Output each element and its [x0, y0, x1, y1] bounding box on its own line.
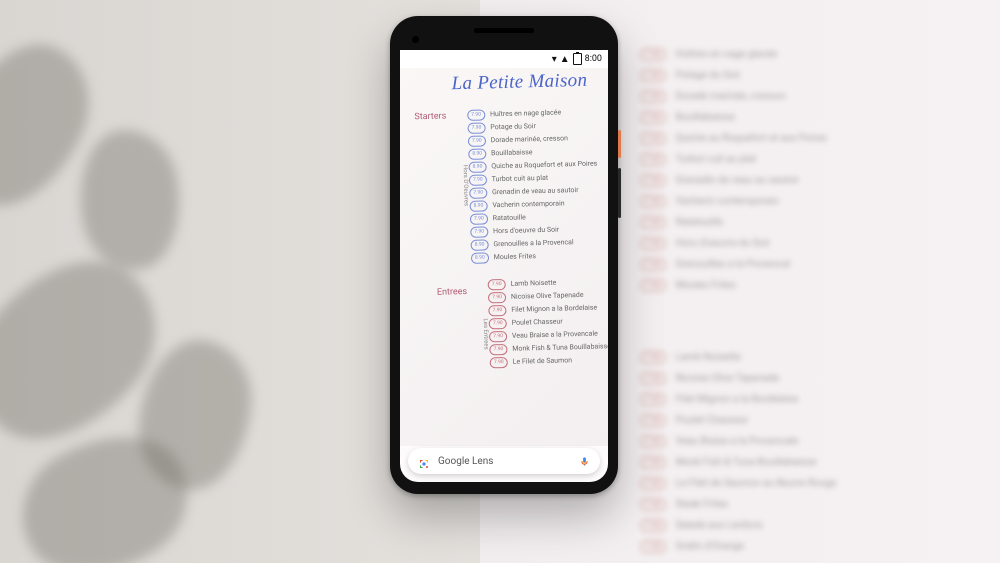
price-badge: 7.90 [489, 331, 507, 342]
bg-menu-row: 7.90Potage du Soir [640, 65, 970, 86]
item-name: Vacherin contemporain [492, 197, 565, 212]
bg-menu-row: 7.90Le Filet de Saumon au Beurre Rouge [640, 473, 970, 494]
price-badge: 8.90 [470, 200, 488, 211]
price-badge: 7.90 [469, 187, 487, 198]
bg-menu-row: 7.90Moules Frites [640, 275, 970, 296]
price-badge: 7.90 [488, 305, 506, 316]
bg-menu-row: 7.90Poulet Chasseur [640, 410, 970, 431]
bg-menu-row: 7.90Grenadin de veau au sautoir [640, 170, 970, 191]
item-name: Bouillabaisse [491, 146, 533, 160]
price-badge: 8.90 [471, 252, 489, 263]
signal-icon: ▾ [552, 54, 557, 65]
section-label: Starters [402, 109, 450, 266]
item-name: Grenadin de veau au sautoir [492, 184, 579, 199]
price-badge: 8.90 [471, 239, 489, 250]
bg-menu-row: 7.90Steak Frites [640, 494, 970, 515]
promo-stage: 7.90Huîtres en nage glacée7.90Potage du … [0, 0, 1000, 563]
bg-menu-row: 7.90Turbot cuit au plat [640, 149, 970, 170]
bg-menu-row: 7.90Nicoise Olive Tapenade [640, 368, 970, 389]
bg-menu-row: 7.90Vacherin contemporain [640, 191, 970, 212]
item-name: Lamb Noisette [510, 277, 556, 291]
item-name: Huîtres en nage glacée [490, 106, 561, 121]
bg-menu-row: 7.90Salade aux Lardons [640, 515, 970, 536]
price-badge: 7.90 [488, 279, 506, 290]
battery-icon [573, 53, 582, 65]
price-badge: 7.90 [467, 122, 485, 133]
menu-item: 8.90 Moules Frites [471, 248, 607, 265]
speaker-slot [474, 28, 534, 33]
bg-menu-row: 7.90Gratin d'Orange [640, 536, 970, 557]
price-badge: 7.90 [488, 292, 506, 303]
bg-menu-row: 7.90Ratatouille [640, 212, 970, 233]
price-badge: 7.90 [469, 174, 487, 185]
bg-section-label: Entrees [570, 320, 970, 341]
camera-viewfinder[interactable]: La Petite Maison StartersHors D'Oeuvres7… [400, 68, 608, 446]
status-bar: ▾ ▲ 8:00 [400, 50, 608, 68]
price-badge: 7.90 [490, 357, 508, 368]
menu-section: StartersHors D'Oeuvres7.90Huîtres en nag… [402, 105, 608, 266]
power-button [618, 130, 621, 158]
wifi-icon: ▲ [560, 54, 570, 65]
bg-menu-row: 7.90Veau Braise a la Provencale [640, 431, 970, 452]
background-menu-blur: 7.90Huîtres en nage glacée7.90Potage du … [640, 44, 970, 557]
item-name: Dorade marinée, cresson [491, 132, 569, 147]
price-badge: 7.90 [470, 213, 488, 224]
item-name: Ratatouille [493, 211, 526, 225]
restaurant-title: La Petite Maison [429, 69, 608, 96]
item-name: Grenouilles a la Provencal [493, 236, 574, 251]
lens-search-bar[interactable]: Google Lens [408, 448, 600, 474]
clock: 8:00 [585, 54, 602, 64]
price-badge: 8.90 [468, 148, 486, 159]
price-badge: 7.90 [489, 344, 507, 355]
item-name: Potage du Soir [490, 120, 536, 134]
front-camera [412, 36, 419, 43]
bg-menu-row: 7.90Bouillabaisse [640, 107, 970, 128]
price-badge: 7.90 [470, 226, 488, 237]
volume-button [618, 168, 621, 218]
bg-menu-row: 7.90Lamb Noisette [640, 347, 970, 368]
phone-screen: ▾ ▲ 8:00 La Petite Maison StartersHors D… [400, 50, 608, 482]
leaf-decor [69, 122, 192, 277]
item-name: Monk Fish & Tuna Bouillabaisse [512, 340, 608, 356]
item-name: Filet Mignon a la Bordelaise [511, 302, 597, 317]
section-label: Entrees [437, 279, 470, 371]
price-badge: 8.90 [468, 161, 486, 172]
bg-menu-row: 7.90Monk Fish & Tuna Bouillabaisse [640, 452, 970, 473]
bg-menu-row: 7.90Dorade marinée, cresson [640, 86, 970, 107]
bg-menu-row: 7.90Grenouilles a la Provencal [640, 254, 970, 275]
phone-frame: ▾ ▲ 8:00 La Petite Maison StartersHors D… [390, 16, 618, 494]
item-name: Moules Frites [494, 250, 537, 264]
google-lens-icon [418, 455, 430, 467]
menu-item: 7.90 Le Filet de Saumon [490, 353, 608, 369]
search-bar-label: Google Lens [438, 456, 571, 467]
price-badge: 7.90 [468, 135, 486, 146]
price-badge: 7.90 [489, 318, 507, 329]
item-name: Poulet Chasseur [512, 315, 563, 329]
bg-menu-row: 7.90Filet Mignon a la Bordelaise [640, 389, 970, 410]
price-badge: 7.90 [467, 109, 485, 120]
bg-menu-row: 7.90Hors d'oeuvre du Soir [640, 233, 970, 254]
item-name: Le Filet de Saumon [513, 354, 573, 369]
menu-section: EntreesLes Entrees7.90Lamb Noisette7.90N… [437, 275, 608, 371]
bg-menu-row: 7.90Huîtres en nage glacée [640, 44, 970, 65]
bg-menu-row: 7.90Quiche au Roquefort et aux Poires [640, 128, 970, 149]
mic-icon[interactable] [579, 452, 590, 471]
